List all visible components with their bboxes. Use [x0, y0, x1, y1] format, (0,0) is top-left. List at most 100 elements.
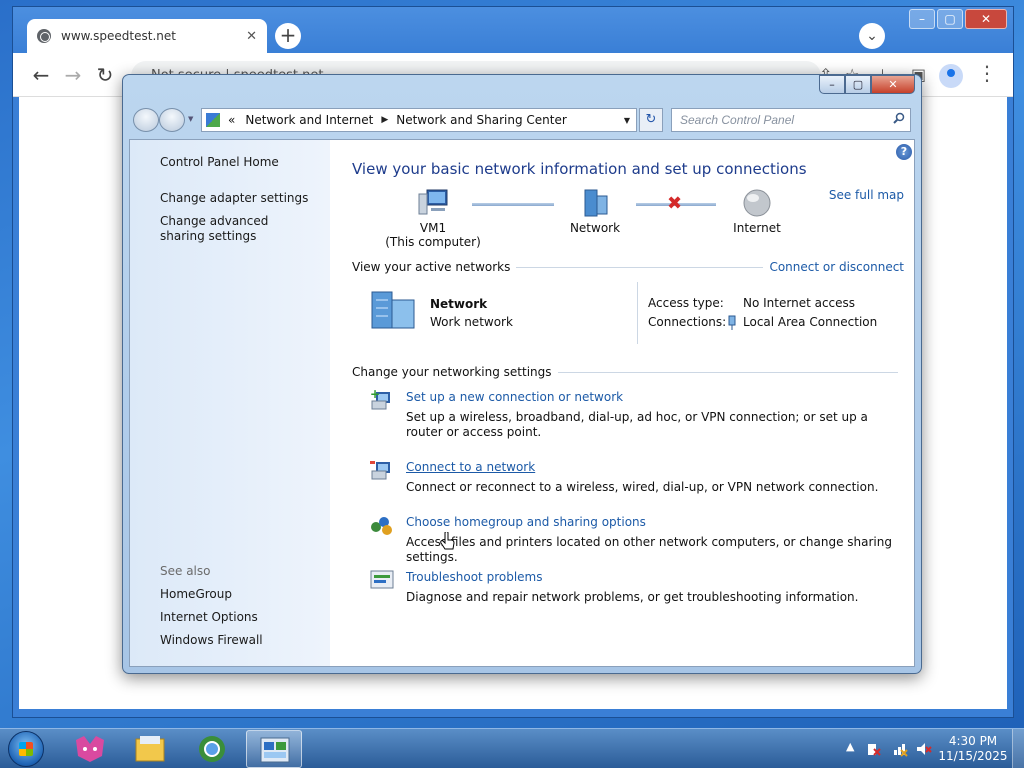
- setup-connection-link[interactable]: Set up a new connection or network: [406, 390, 623, 404]
- show-desktop-button[interactable]: [1012, 729, 1024, 768]
- reload-button[interactable]: ↻: [93, 63, 117, 87]
- cp-search-input[interactable]: [671, 108, 911, 132]
- access-type-label: Access type:: [648, 296, 724, 310]
- folder-icon: [135, 736, 165, 762]
- connect-to-network-desc: Connect or reconnect to a wireless, wire…: [406, 480, 879, 494]
- globe-icon: [743, 189, 771, 217]
- page-title: View your basic network information and …: [352, 160, 807, 178]
- connect-network-icon[interactable]: [370, 458, 394, 482]
- browser-app-icon: [199, 736, 225, 762]
- new-tab-button[interactable]: +: [275, 23, 301, 49]
- control-panel-icon: [206, 113, 220, 127]
- taskbar-app-fox[interactable]: [62, 730, 118, 768]
- section-divider: [557, 371, 898, 373]
- start-button[interactable]: [8, 731, 44, 767]
- cp-breadcrumb[interactable]: « Network and Internet ▶ Network and Sha…: [201, 108, 637, 132]
- homegroup-sharing-desc: Access files and printers located on oth…: [406, 535, 892, 564]
- connect-disconnect-link[interactable]: Connect or disconnect: [769, 260, 904, 274]
- active-networks-heading: View your active networks: [352, 260, 511, 274]
- network-type-link[interactable]: Work network: [430, 315, 513, 329]
- breadcrumb-network-internet[interactable]: Network and Internet: [245, 113, 373, 127]
- control-panel-app-icon: [260, 737, 290, 763]
- cp-maximize-button[interactable]: ▢: [845, 75, 871, 94]
- browser-window-controls: – ▢ ✕: [909, 9, 1007, 29]
- network-icon: [584, 189, 608, 217]
- cp-refresh-button[interactable]: ↻: [639, 108, 663, 132]
- browser-tab[interactable]: www.speedtest.net ✕: [27, 19, 267, 53]
- tab-close-icon[interactable]: ✕: [246, 29, 257, 44]
- change-adapter-settings-link[interactable]: Change adapter settings: [160, 191, 308, 206]
- address-dropdown-icon[interactable]: ▼: [624, 116, 630, 125]
- active-networks-header: View your active networks Connect or dis…: [352, 260, 904, 274]
- network-building-icon: [371, 291, 415, 329]
- cp-back-button[interactable]: [133, 108, 159, 132]
- cp-main-pane: ? View your basic network information an…: [330, 140, 916, 666]
- taskbar-app-explorer[interactable]: [122, 730, 178, 768]
- cp-content: Control Panel Home Change adapter settin…: [129, 139, 915, 667]
- access-type-value: No Internet access: [743, 296, 856, 310]
- cp-close-button[interactable]: ✕: [871, 75, 915, 94]
- recent-pages-dropdown-icon[interactable]: ▼: [188, 115, 193, 123]
- taskbar: ▲ 4:30 PM 11/15/2025: [0, 728, 1024, 768]
- local-area-connection-link[interactable]: Local Area Connection: [743, 315, 877, 329]
- browser-maximize-button[interactable]: ▢: [937, 9, 963, 29]
- breadcrumb-sharing-center[interactable]: Network and Sharing Center: [396, 113, 567, 127]
- homegroup-icon[interactable]: [370, 513, 394, 537]
- back-button[interactable]: ←: [29, 63, 53, 87]
- taskbar-app-control-panel[interactable]: [246, 730, 302, 768]
- map-internet[interactable]: Internet: [722, 188, 792, 235]
- windows-firewall-link[interactable]: Windows Firewall: [160, 633, 263, 648]
- settings-header: Change your networking settings: [352, 365, 904, 379]
- breadcrumb-separator-icon[interactable]: ▶: [381, 115, 388, 125]
- cp-left-pane: Control Panel Home Change adapter settin…: [130, 140, 330, 666]
- map-link-line: [472, 203, 554, 206]
- homegroup-sharing-link[interactable]: Choose homegroup and sharing options: [406, 515, 646, 529]
- computer-name: VM1: [419, 221, 447, 235]
- cp-minimize-button[interactable]: –: [819, 75, 845, 94]
- internet-options-link[interactable]: Internet Options: [160, 610, 258, 625]
- browser-menu-icon[interactable]: ⋮: [977, 61, 997, 85]
- troubleshoot-link[interactable]: Troubleshoot problems: [406, 570, 542, 584]
- cp-address-bar: ▼ « Network and Internet ▶ Network and S…: [131, 105, 915, 135]
- connect-to-network-link[interactable]: Connect to a network: [406, 460, 535, 474]
- clock-time: 4:30 PM: [948, 734, 998, 748]
- hand-cursor-icon: [440, 532, 455, 550]
- cp-forward-button[interactable]: [159, 108, 185, 132]
- setup-connection-desc: Set up a wireless, broadband, dial-up, a…: [406, 410, 868, 439]
- profile-avatar-icon[interactable]: [939, 64, 963, 88]
- browser-minimize-button[interactable]: –: [909, 9, 935, 29]
- map-network[interactable]: Network: [560, 188, 630, 235]
- volume-muted-icon[interactable]: [916, 741, 932, 757]
- new-connection-icon[interactable]: +: [370, 388, 394, 412]
- see-full-map-link[interactable]: See full map: [829, 188, 904, 202]
- change-advanced-sharing-link[interactable]: Change advanced sharing settings: [160, 214, 310, 244]
- network-sharing-center-window: – ▢ ✕ ▼ « Network and Internet ▶ Network…: [122, 74, 922, 674]
- network-tray-icon[interactable]: [892, 741, 908, 757]
- breadcrumb-prefix[interactable]: «: [228, 113, 235, 127]
- tray-expand-icon[interactable]: ▲: [846, 740, 854, 753]
- ethernet-icon: [728, 315, 736, 330]
- connections-label: Connections:: [648, 315, 727, 329]
- taskbar-app-browser[interactable]: [184, 730, 240, 768]
- troubleshoot-desc: Diagnose and repair network problems, or…: [406, 590, 859, 604]
- control-panel-home-link[interactable]: Control Panel Home: [160, 155, 279, 170]
- map-computer[interactable]: VM1 (This computer): [378, 188, 488, 249]
- forward-button[interactable]: →: [61, 63, 85, 87]
- system-clock[interactable]: 4:30 PM 11/15/2025: [938, 734, 1008, 764]
- clock-date: 11/15/2025: [938, 749, 1008, 763]
- network-label: Network: [569, 221, 621, 235]
- browser-close-button[interactable]: ✕: [965, 9, 1007, 29]
- computer-icon: [418, 189, 448, 215]
- fox-app-icon: [76, 736, 104, 762]
- globe-icon: [37, 29, 51, 43]
- browser-tabstrip: www.speedtest.net ✕ + ⌄ – ▢ ✕: [13, 7, 1013, 53]
- action-center-icon[interactable]: [866, 741, 882, 757]
- troubleshoot-icon[interactable]: [370, 568, 394, 592]
- homegroup-link[interactable]: HomeGroup: [160, 587, 232, 602]
- section-divider: [516, 266, 764, 268]
- search-icon[interactable]: [893, 112, 905, 124]
- help-icon[interactable]: ?: [896, 144, 912, 160]
- internet-label: Internet: [733, 221, 781, 235]
- tab-search-button[interactable]: ⌄: [859, 23, 885, 49]
- svg-text:+: +: [370, 388, 380, 401]
